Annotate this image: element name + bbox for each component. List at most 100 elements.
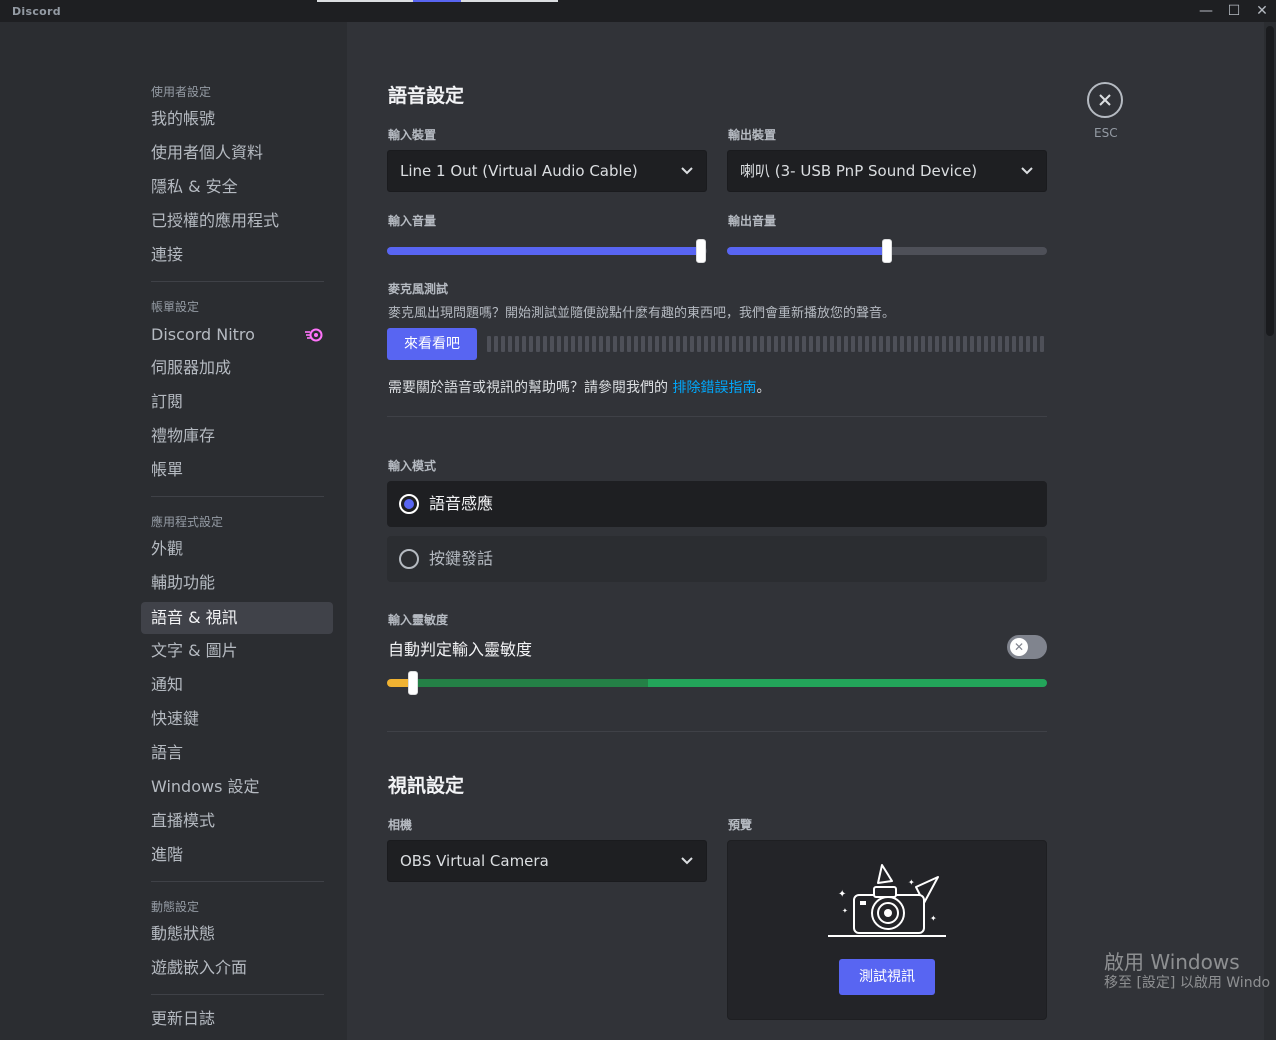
- mic-level-bar: [816, 336, 820, 352]
- input-volume-fill: [387, 247, 701, 255]
- voice-video-settings: 語音設定 輸入裝置 輸出裝置 Line 1 Out (Virtual Audio…: [347, 22, 1264, 1040]
- output-device-label: 輸出裝置: [728, 128, 777, 142]
- input-mode-voice-activity-label: 語音感應: [429, 494, 494, 513]
- main-scrollbar[interactable]: [1264, 22, 1276, 1040]
- preview-label: 預覽: [728, 818, 753, 832]
- mic-level-bar: [529, 336, 533, 352]
- sidebar-item-activity-status[interactable]: 動態狀態: [141, 918, 333, 950]
- sidebar-header-billing: 帳單設定: [151, 300, 200, 314]
- sidebar-item-my-account[interactable]: 我的帳號: [141, 103, 333, 135]
- mic-level-bar: [900, 336, 904, 352]
- mic-level-bar: [774, 336, 778, 352]
- section-divider: [387, 416, 1047, 417]
- mic-level-bar: [928, 336, 932, 352]
- mic-level-bar: [613, 336, 617, 352]
- mic-level-bar: [585, 336, 589, 352]
- mic-level-bar: [886, 336, 890, 352]
- sidebar-header-app: 應用程式設定: [151, 515, 224, 529]
- app-brand: Discord: [12, 5, 61, 18]
- scrollbar-thumb[interactable]: [1266, 26, 1274, 336]
- mic-level-bar: [760, 336, 764, 352]
- sensitivity-slider[interactable]: [387, 671, 1047, 695]
- sidebar-item-language[interactable]: 語言: [141, 737, 333, 769]
- sidebar-item-subscriptions[interactable]: 訂閱: [141, 386, 333, 418]
- output-volume-label: 輸出音量: [728, 214, 777, 228]
- input-volume-slider[interactable]: [387, 239, 707, 263]
- mic-level-bar: [851, 336, 855, 352]
- sidebar-item-accessibility[interactable]: 輔助功能: [141, 567, 333, 599]
- close-window-button[interactable]: ✕: [1248, 2, 1276, 20]
- mic-level-bar: [718, 336, 722, 352]
- mic-test-button[interactable]: 來看看吧: [387, 328, 477, 360]
- mic-level-bar: [676, 336, 680, 352]
- sidebar-item-notifications[interactable]: 通知: [141, 669, 333, 701]
- mic-level-bar: [1033, 336, 1037, 352]
- sidebar-item-server-boost[interactable]: 伺服器加成: [141, 352, 333, 384]
- chevron-down-icon: [1021, 167, 1033, 175]
- mic-level-bar: [1012, 336, 1016, 352]
- mic-level-meter: [487, 336, 1044, 352]
- mic-level-bar: [830, 336, 834, 352]
- sidebar-item-keybinds[interactable]: 快速鍵: [141, 703, 333, 735]
- mic-level-bar: [662, 336, 666, 352]
- sidebar-item-connections[interactable]: 連接: [141, 239, 333, 271]
- sidebar-item-profile[interactable]: 使用者個人資料: [141, 137, 333, 169]
- sidebar-item-text-images[interactable]: 文字 & 圖片: [141, 635, 333, 667]
- input-mode-push-to-talk[interactable]: 按鍵發話: [387, 536, 1047, 582]
- mic-level-bar: [536, 336, 540, 352]
- mic-level-bar: [501, 336, 505, 352]
- auto-sensitivity-toggle[interactable]: ✕: [1007, 635, 1047, 659]
- input-mode-voice-activity[interactable]: 語音感應: [387, 481, 1047, 527]
- help-suffix: 。: [756, 380, 771, 396]
- mic-level-bar: [655, 336, 659, 352]
- output-volume-slider[interactable]: [727, 239, 1047, 263]
- video-preview: ✦ ✦ ✦ ✦ 測試視訊: [727, 840, 1047, 1020]
- sidebar-separator: [151, 496, 324, 497]
- mic-level-bar: [704, 336, 708, 352]
- maximize-button[interactable]: ☐: [1220, 2, 1248, 20]
- mic-level-bar: [914, 336, 918, 352]
- mic-level-bar: [865, 336, 869, 352]
- sidebar-item-label: Discord Nitro: [151, 325, 255, 344]
- mic-test-label: 麥克風測試: [388, 282, 449, 296]
- esc-label: ESC: [1094, 126, 1118, 140]
- output-device-select[interactable]: 喇叭 (3- USB PnP Sound Device): [727, 150, 1047, 192]
- toggle-off-icon: ✕: [1010, 638, 1028, 656]
- sidebar-item-authorized-apps[interactable]: 已授權的應用程式: [141, 205, 333, 237]
- camera-select[interactable]: OBS Virtual Camera: [387, 840, 707, 882]
- sidebar-item-advanced[interactable]: 進階: [141, 839, 333, 871]
- video-settings-title: 視訊設定: [388, 775, 465, 797]
- sidebar-item-billing[interactable]: 帳單: [141, 454, 333, 486]
- settings-sidebar: 使用者設定 我的帳號 使用者個人資料 隱私 & 安全 已授權的應用程式 連接 帳…: [0, 22, 347, 1040]
- mic-level-bar: [837, 336, 841, 352]
- sidebar-item-voice-video[interactable]: 語音 & 視訊: [141, 602, 333, 634]
- camera-label: 相機: [388, 818, 413, 832]
- sidebar-item-nitro[interactable]: Discord Nitro: [141, 319, 333, 351]
- minimize-button[interactable]: —: [1192, 2, 1220, 20]
- sidebar-header-activity: 動態設定: [151, 900, 200, 914]
- sidebar-item-game-overlay[interactable]: 遊戲嵌入介面: [141, 952, 333, 984]
- sidebar-item-appearance[interactable]: 外觀: [141, 533, 333, 565]
- sidebar-item-streamer-mode[interactable]: 直播模式: [141, 805, 333, 837]
- close-settings-button[interactable]: [1087, 82, 1123, 118]
- mic-level-bar: [669, 336, 673, 352]
- mic-level-bar: [515, 336, 519, 352]
- troubleshooting-link[interactable]: 排除錯誤指南: [672, 380, 756, 396]
- title-strip: [317, 0, 413, 2]
- mic-level-bar: [627, 336, 631, 352]
- sidebar-item-changelog[interactable]: 更新日誌: [141, 1003, 333, 1035]
- sidebar-item-windows-settings[interactable]: Windows 設定: [141, 771, 333, 803]
- mic-level-bar: [697, 336, 701, 352]
- input-device-select[interactable]: Line 1 Out (Virtual Audio Cable): [387, 150, 707, 192]
- sidebar-item-privacy[interactable]: 隱私 & 安全: [141, 171, 333, 203]
- input-volume-thumb[interactable]: [696, 239, 706, 263]
- test-video-button[interactable]: 測試視訊: [839, 959, 935, 995]
- input-volume-label: 輸入音量: [388, 214, 437, 228]
- output-volume-thumb[interactable]: [882, 239, 892, 263]
- nitro-icon: [305, 328, 323, 342]
- mic-level-bar: [998, 336, 1002, 352]
- mic-level-bar: [564, 336, 568, 352]
- mic-level-bar: [991, 336, 995, 352]
- sensitivity-thumb[interactable]: [408, 671, 418, 695]
- sidebar-item-gift-inventory[interactable]: 禮物庫存: [141, 420, 333, 452]
